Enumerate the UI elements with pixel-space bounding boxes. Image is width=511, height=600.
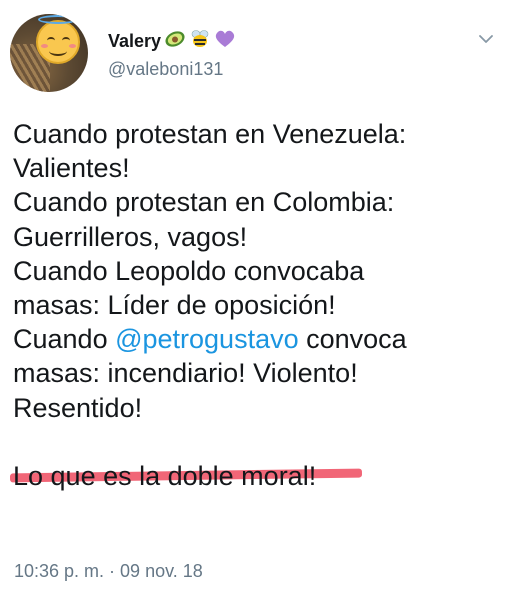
bee-emoji-icon xyxy=(189,29,211,54)
tweet-line: Cuando Leopoldo convocaba xyxy=(13,255,365,286)
tweet-line: Cuando protestan en Colombia: xyxy=(13,187,395,218)
display-name[interactable]: Valery xyxy=(108,31,161,52)
avocado-emoji-icon xyxy=(164,30,186,53)
tweet-line: Valientes! xyxy=(13,153,130,184)
tweet-line: Cuando protestan en Venezuela: xyxy=(13,119,407,149)
author-names[interactable]: Valery @valeboni131 xyxy=(108,29,236,80)
left-eye xyxy=(47,37,55,44)
tweet-card: Valery @valeboni131 Cuando protestan en … xyxy=(0,0,511,600)
display-name-row: Valery xyxy=(108,29,236,53)
tweet-line: Resentido! xyxy=(13,392,143,423)
line-text: convoca xyxy=(298,324,407,355)
mention-link[interactable]: @petrogustavo xyxy=(115,324,299,354)
highlighted-text: Lo que es la doble moral! xyxy=(13,461,317,492)
highlighted-line: Lo que es la doble moral! xyxy=(9,459,363,493)
tweet-line: Cuando @petrogustavo convoca xyxy=(13,322,503,356)
right-blush xyxy=(69,44,76,48)
tweet-text: Cuando protestan en Venezuela: Valientes… xyxy=(9,117,503,493)
tweet-line: masas: incendiario! Violento! xyxy=(13,358,358,389)
chevron-down-icon[interactable] xyxy=(479,31,493,43)
left-blush xyxy=(41,44,48,48)
tweet-line: Lo que es la doble moral! xyxy=(9,459,503,493)
right-eye xyxy=(62,37,70,44)
smiley-face-icon xyxy=(36,20,80,64)
tweet-line: masas: Líder de oposición! xyxy=(13,290,336,321)
line-text: Cuando xyxy=(13,324,116,355)
halo-icon xyxy=(38,15,78,24)
tweet-line: Guerrilleros, vagos! xyxy=(13,221,248,252)
mouth xyxy=(49,46,67,56)
purple-heart-emoji-icon xyxy=(214,29,236,54)
avatar[interactable] xyxy=(10,14,88,92)
timestamp[interactable]: 10:36 p. m. · 09 nov. 18 xyxy=(14,561,203,582)
handle[interactable]: @valeboni131 xyxy=(108,59,236,80)
